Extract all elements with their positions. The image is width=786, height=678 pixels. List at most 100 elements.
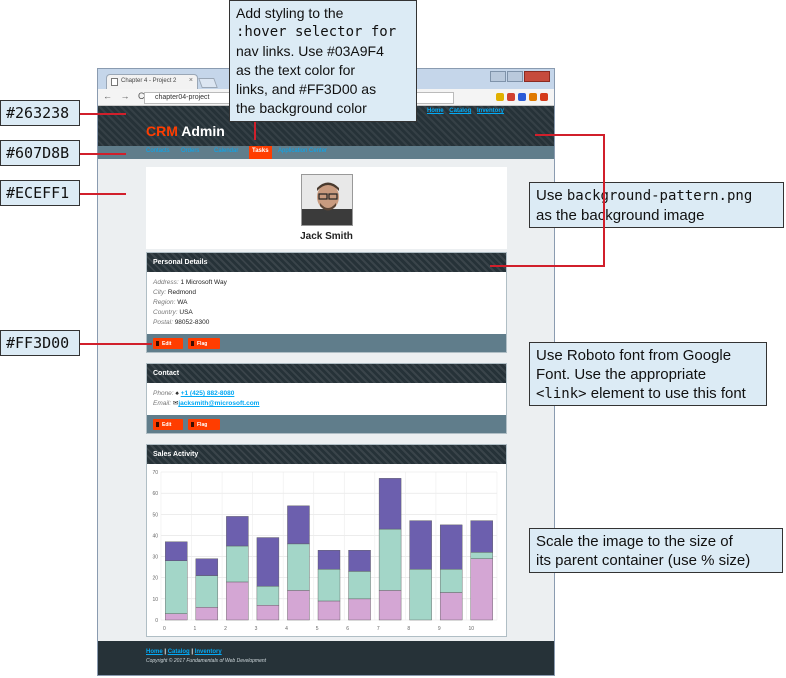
label-nav-color: #607D8B bbox=[0, 140, 80, 166]
bar-segment bbox=[165, 613, 188, 621]
edit-button[interactable]: Edit bbox=[153, 338, 183, 349]
bar-segment bbox=[378, 478, 402, 530]
flag-label: Flag bbox=[197, 341, 208, 347]
profile-avatar bbox=[301, 174, 353, 226]
flag-icon bbox=[191, 422, 194, 427]
roboto-line: Use Roboto font from Google bbox=[536, 347, 732, 364]
browser-tab[interactable]: Chapter 4 - Project 2 × bbox=[106, 74, 198, 89]
extension-icon[interactable] bbox=[496, 93, 504, 101]
bar-segment bbox=[470, 558, 493, 621]
hover-line: Add styling to the bbox=[236, 5, 344, 21]
window-controls bbox=[490, 71, 550, 82]
top-link-home[interactable]: Home bbox=[427, 108, 444, 114]
postal-value: 98052-8300 bbox=[174, 319, 210, 326]
nav-application-center[interactable]: Application Center bbox=[278, 148, 327, 154]
hover-line: the background color bbox=[236, 100, 367, 116]
roboto-link-element: <link> bbox=[536, 386, 587, 402]
card-title: Contact bbox=[147, 364, 506, 383]
bar-segment bbox=[439, 592, 463, 621]
flag-button[interactable]: Flag bbox=[188, 338, 220, 349]
bar-segment bbox=[317, 550, 341, 570]
extension-icon[interactable] bbox=[529, 93, 537, 101]
email-row: Email: ✉jacksmith@microsoft.com bbox=[153, 399, 506, 409]
email-label: Email: bbox=[153, 400, 172, 407]
address-row: Address: 1 Microsoft Way bbox=[153, 278, 506, 288]
bar-segment bbox=[317, 600, 341, 621]
country-row: Country: USA bbox=[153, 308, 506, 318]
bar-segment bbox=[195, 558, 219, 576]
extension-icon[interactable] bbox=[518, 93, 526, 101]
scale-line: its parent container (use % size) bbox=[536, 552, 751, 569]
connector-line bbox=[254, 122, 256, 140]
y-tick-label: 60 bbox=[152, 491, 158, 497]
x-tick-label: 1 bbox=[194, 626, 197, 632]
maximize-button[interactable] bbox=[507, 71, 523, 82]
bar-segment bbox=[165, 541, 188, 562]
nav-contacts[interactable]: Contacts bbox=[146, 148, 170, 154]
contact-card: Contact Phone: ♠ +1 (425) 882-8080 Email… bbox=[146, 363, 507, 434]
extensions-toolbar bbox=[496, 93, 548, 101]
site-logo[interactable]: CRM Admin bbox=[146, 123, 225, 139]
hover-line: :hover selector for bbox=[236, 24, 397, 40]
hover-callout: Add styling to the :hover selector for n… bbox=[229, 0, 417, 122]
close-window-button[interactable] bbox=[524, 71, 550, 82]
y-tick-label: 70 bbox=[152, 470, 158, 476]
browser-window: Chapter 4 - Project 2 × ← → C ⌂ chapter0… bbox=[97, 68, 555, 676]
bell-icon: ♠ bbox=[175, 390, 179, 397]
country-value: USA bbox=[179, 309, 193, 316]
bar-segment bbox=[226, 516, 249, 547]
connector-line bbox=[490, 265, 605, 267]
tab-close-icon[interactable]: × bbox=[189, 77, 193, 84]
x-tick-label: 10 bbox=[468, 626, 474, 632]
nav-orders[interactable]: Orders bbox=[181, 148, 199, 154]
y-tick-label: 30 bbox=[152, 555, 158, 561]
x-tick-label: 7 bbox=[377, 626, 380, 632]
background-pattern-filename: background-pattern.png bbox=[566, 188, 753, 204]
x-tick-label: 2 bbox=[224, 626, 227, 632]
new-tab-button[interactable] bbox=[198, 78, 218, 88]
footer-link-catalog[interactable]: Catalog bbox=[168, 649, 190, 655]
label-accent-color: #FF3D00 bbox=[0, 330, 80, 356]
bar-segment bbox=[195, 607, 219, 621]
card-actions: Edit Flag bbox=[147, 415, 506, 433]
x-tick-label: 8 bbox=[407, 626, 410, 632]
connector-line bbox=[80, 113, 126, 115]
flag-label: Flag bbox=[197, 422, 208, 428]
sales-chart: 0 10 20 30 40 50 60 70 0 1 2 3 4 5 6 7 8 9 10 bbox=[152, 470, 498, 632]
footer-link-inventory[interactable]: Inventory bbox=[195, 649, 222, 655]
bar-segment bbox=[348, 550, 371, 572]
phone-link[interactable]: +1 (425) 882-8080 bbox=[181, 390, 235, 397]
card-title: Sales Activity bbox=[147, 445, 506, 464]
flag-icon bbox=[191, 341, 194, 346]
bar-segment bbox=[378, 528, 402, 591]
y-tick-label: 0 bbox=[155, 618, 158, 624]
personal-details-card: Personal Details Address: 1 Microsoft Wa… bbox=[146, 252, 507, 353]
x-tick-label: 0 bbox=[163, 626, 166, 632]
footer-links: Home | Catalog | Inventory bbox=[146, 649, 222, 655]
extension-icon[interactable] bbox=[507, 93, 515, 101]
flag-button[interactable]: Flag bbox=[188, 419, 220, 430]
top-link-catalog[interactable]: Catalog bbox=[449, 108, 471, 114]
x-tick-label: 3 bbox=[255, 626, 258, 632]
postal-row: Postal: 98052-8300 bbox=[153, 318, 506, 328]
bar-segment bbox=[256, 537, 280, 587]
roboto-line: element to use this font bbox=[586, 385, 746, 402]
minimize-button[interactable] bbox=[490, 71, 506, 82]
edit-button[interactable]: Edit bbox=[153, 419, 183, 430]
menu-icon[interactable] bbox=[540, 93, 548, 101]
footer-link-home[interactable]: Home bbox=[146, 649, 163, 655]
bar-segment bbox=[439, 569, 463, 593]
hover-line: links, and #FF3D00 as bbox=[236, 81, 377, 97]
bar-segment bbox=[226, 581, 249, 621]
bar-segment bbox=[470, 520, 493, 553]
pencil-icon bbox=[156, 422, 159, 427]
hover-line: as the text color for bbox=[236, 62, 356, 78]
bar-segment bbox=[409, 569, 432, 621]
city-row: City: Redmond bbox=[153, 288, 506, 298]
nav-calendar[interactable]: Calendar bbox=[214, 148, 238, 154]
scale-line: Scale the image to the size of bbox=[536, 533, 733, 550]
label-background-color: #ECEFF1 bbox=[0, 180, 80, 206]
email-link[interactable]: jacksmith@microsoft.com bbox=[178, 400, 259, 407]
nav-tasks[interactable]: Tasks bbox=[249, 146, 272, 159]
top-link-inventory[interactable]: Inventory bbox=[477, 108, 504, 114]
